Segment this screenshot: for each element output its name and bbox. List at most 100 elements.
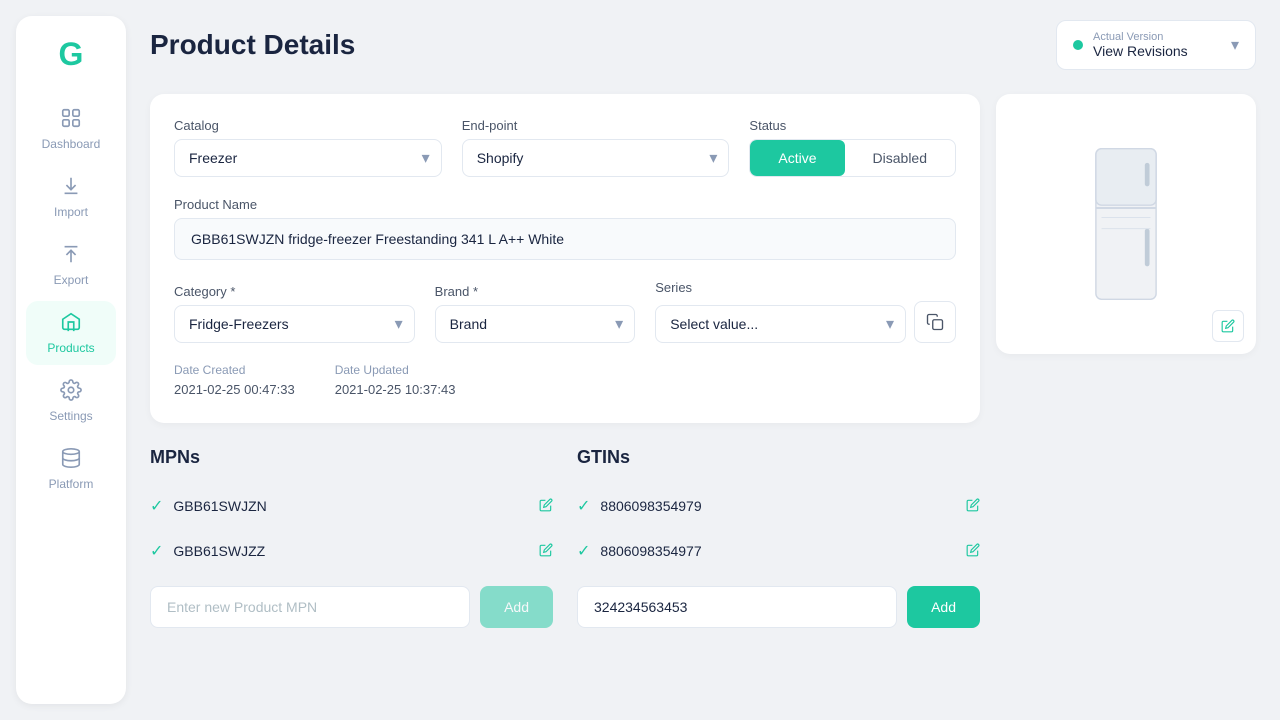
- status-toggle: Active Disabled: [749, 139, 956, 177]
- mpn-edit-button-0[interactable]: [539, 498, 553, 515]
- gtin-item-1: ✓ 8806098354977: [577, 529, 980, 574]
- gtin-add-button[interactable]: Add: [907, 586, 980, 628]
- date-updated-group: Date Updated 2021-02-25 10:37:43: [335, 363, 456, 399]
- category-label: Category *: [174, 284, 415, 299]
- series-select[interactable]: Select value...: [655, 305, 906, 343]
- category-group: Category * Fridge-Freezers: [174, 284, 415, 343]
- sidebar-item-platform[interactable]: Platform: [26, 437, 116, 501]
- gtins-panel: GTINs ✓ 8806098354979: [577, 447, 980, 628]
- gtin-edit-button-0[interactable]: [966, 498, 980, 515]
- edit-icon: [966, 498, 980, 512]
- product-name-row: Product Name: [174, 197, 956, 260]
- date-updated-value: 2021-02-25 10:37:43: [335, 382, 456, 397]
- settings-icon: [60, 379, 82, 405]
- sidebar-item-import-label: Import: [54, 205, 88, 219]
- version-label: Actual Version: [1093, 31, 1188, 43]
- sidebar-item-products[interactable]: Products: [26, 301, 116, 365]
- gtin-edit-button-1[interactable]: [966, 543, 980, 560]
- sidebar-item-export-label: Export: [54, 273, 89, 287]
- mpn-item-0: ✓ GBB61SWJZN: [150, 484, 553, 529]
- products-icon: [60, 311, 82, 337]
- status-group: Status Active Disabled: [749, 118, 956, 177]
- sidebar: G Dashboard Import Export: [16, 16, 126, 704]
- series-group: Series Select value...: [655, 280, 956, 343]
- version-status-dot: [1073, 40, 1083, 50]
- form-section: Catalog Freezer End-point Shopify: [150, 94, 980, 423]
- catalog-select[interactable]: Freezer: [174, 139, 442, 177]
- catalog-group: Catalog Freezer: [174, 118, 442, 177]
- mpn-edit-button-1[interactable]: [539, 543, 553, 560]
- category-select[interactable]: Fridge-Freezers: [174, 305, 415, 343]
- sidebar-item-settings-label: Settings: [49, 409, 92, 423]
- status-label: Status: [749, 118, 956, 133]
- export-icon: [60, 243, 82, 269]
- mpn-value-0: GBB61SWJZN: [173, 498, 266, 514]
- sidebar-item-export[interactable]: Export: [26, 233, 116, 297]
- series-label: Series: [655, 280, 956, 295]
- product-name-group: Product Name: [174, 197, 956, 260]
- category-select-wrapper: Fridge-Freezers: [174, 305, 415, 343]
- version-text-block: Actual Version View Revisions: [1093, 31, 1188, 59]
- gtin-add-row: Add: [577, 586, 980, 628]
- page-title: Product Details: [150, 29, 355, 61]
- endpoint-select[interactable]: Shopify: [462, 139, 730, 177]
- content-area: Catalog Freezer End-point Shopify: [150, 94, 1256, 628]
- mpn-add-input[interactable]: [150, 586, 470, 628]
- app-logo: G: [59, 36, 84, 73]
- image-panel: [996, 94, 1256, 628]
- edit-image-button[interactable]: [1212, 310, 1244, 342]
- copy-button[interactable]: [914, 301, 956, 343]
- endpoint-group: End-point Shopify: [462, 118, 730, 177]
- brand-select-wrapper: Brand: [435, 305, 636, 343]
- copy-icon: [926, 313, 944, 331]
- brand-select[interactable]: Brand: [435, 305, 636, 343]
- sidebar-item-import[interactable]: Import: [26, 165, 116, 229]
- status-disabled-button[interactable]: Disabled: [845, 140, 955, 176]
- date-created-label: Date Created: [174, 363, 295, 377]
- category-brand-series-row: Category * Fridge-Freezers Brand * Brand: [174, 280, 956, 343]
- endpoint-label: End-point: [462, 118, 730, 133]
- product-name-label: Product Name: [174, 197, 956, 212]
- date-updated-label: Date Updated: [335, 363, 456, 377]
- mpn-check-icon-0: ✓: [150, 496, 163, 516]
- mpn-check-icon-1: ✓: [150, 541, 163, 561]
- mpn-add-button[interactable]: Add: [480, 586, 553, 628]
- gtin-item-0: ✓ 8806098354979: [577, 484, 980, 529]
- sidebar-item-dashboard[interactable]: Dashboard: [26, 97, 116, 161]
- edit-icon: [966, 543, 980, 557]
- version-selector[interactable]: Actual Version View Revisions ▾: [1056, 20, 1256, 70]
- mpns-title: MPNs: [150, 447, 553, 468]
- version-value: View Revisions: [1093, 43, 1188, 59]
- date-created-value: 2021-02-25 00:47:33: [174, 382, 295, 397]
- gtin-check-icon-0: ✓: [577, 496, 590, 516]
- mpn-add-row: Add: [150, 586, 553, 628]
- gtin-check-icon-1: ✓: [577, 541, 590, 561]
- status-active-button[interactable]: Active: [750, 140, 844, 176]
- mpn-item-1: ✓ GBB61SWJZZ: [150, 529, 553, 574]
- mpn-value-1: GBB61SWJZZ: [173, 543, 265, 559]
- date-created-group: Date Created 2021-02-25 00:47:33: [174, 363, 295, 399]
- sidebar-item-settings[interactable]: Settings: [26, 369, 116, 433]
- sidebar-item-products-label: Products: [47, 341, 94, 355]
- form-main: Catalog Freezer End-point Shopify: [150, 94, 980, 628]
- brand-label: Brand *: [435, 284, 636, 299]
- chevron-down-icon: ▾: [1231, 35, 1239, 55]
- catalog-label: Catalog: [174, 118, 442, 133]
- series-select-wrapper: Select value...: [655, 305, 906, 343]
- edit-image-icon: [1221, 319, 1235, 333]
- edit-icon: [539, 498, 553, 512]
- endpoint-select-wrapper: Shopify: [462, 139, 730, 177]
- gtin-value-0: 8806098354979: [600, 498, 701, 514]
- import-icon: [60, 175, 82, 201]
- sidebar-item-dashboard-label: Dashboard: [42, 137, 101, 151]
- catalog-endpoint-status-row: Catalog Freezer End-point Shopify: [174, 118, 956, 177]
- dashboard-icon: [60, 107, 82, 133]
- product-name-input[interactable]: [174, 218, 956, 260]
- page-header: Product Details Actual Version View Revi…: [150, 20, 1256, 70]
- edit-icon: [539, 543, 553, 557]
- platform-icon: [60, 447, 82, 473]
- gtin-add-input[interactable]: [577, 586, 897, 628]
- mpns-panel: MPNs ✓ GBB61SWJZN: [150, 447, 553, 628]
- main-content: Product Details Actual Version View Revi…: [126, 0, 1280, 720]
- gtin-value-1: 8806098354977: [600, 543, 701, 559]
